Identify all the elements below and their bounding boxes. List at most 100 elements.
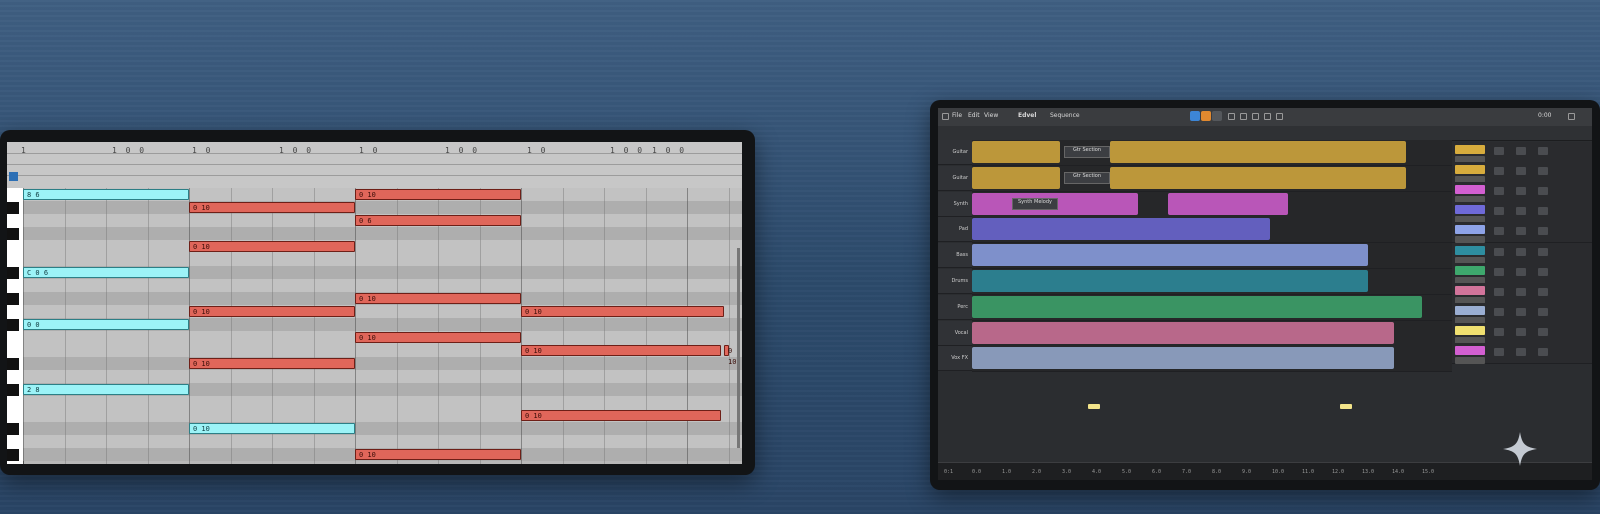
audio-clip[interactable] (972, 295, 1422, 318)
audio-clip[interactable] (972, 270, 1368, 292)
channel-knob[interactable] (1494, 167, 1504, 176)
menu-icon[interactable] (942, 113, 949, 120)
toolbar-item-edvel[interactable]: Edvel (1018, 112, 1036, 119)
audio-clip[interactable] (972, 347, 1394, 370)
mixer-channel[interactable] (1452, 343, 1592, 365)
audio-clip[interactable] (972, 141, 1060, 163)
channel-knob[interactable] (1538, 348, 1548, 357)
piano-roll-lane[interactable] (23, 435, 742, 448)
channel-knob[interactable] (1516, 247, 1526, 256)
midi-note[interactable]: 0 10 (189, 423, 355, 434)
channel-knob[interactable] (1494, 147, 1504, 155)
channel-knob[interactable] (1538, 227, 1548, 236)
black-key[interactable] (7, 319, 19, 331)
black-key[interactable] (7, 293, 19, 305)
audio-clip[interactable] (972, 218, 1270, 241)
channel-knob[interactable] (1516, 307, 1526, 316)
midi-note[interactable]: 0 10 (521, 410, 721, 421)
mixer-channel[interactable] (1452, 323, 1592, 345)
mixer-channel[interactable] (1452, 242, 1592, 264)
audio-clip[interactable] (1168, 192, 1288, 215)
audio-clip[interactable] (972, 321, 1394, 344)
channel-knob[interactable] (1516, 227, 1526, 236)
audio-clip[interactable] (1110, 166, 1406, 189)
midi-note[interactable]: 0 10 (724, 345, 736, 366)
channel-knob[interactable] (1516, 267, 1526, 276)
vertical-scrollbar[interactable] (737, 248, 740, 448)
midi-note[interactable]: 0 10 (189, 358, 355, 369)
zoom-icon[interactable] (1264, 113, 1271, 120)
midi-note[interactable]: 0 0 (23, 319, 189, 330)
track-header[interactable]: Vox FX (938, 346, 972, 372)
piano-roll-lane[interactable] (23, 201, 742, 214)
channel-knob[interactable] (1538, 207, 1548, 216)
track-header[interactable]: Bass (938, 243, 972, 269)
midi-note[interactable]: 0 6 (355, 215, 521, 226)
piano-roll-ruler[interactable]: 1 1 0 0 1 0 1 0 0 1 0 1 0 0 1 0 1 0 0 1 … (7, 142, 742, 189)
piano-roll-lane[interactable] (23, 240, 742, 253)
toolbar-item-sequence[interactable]: Sequence (1050, 112, 1080, 119)
piano-roll-lane[interactable] (23, 370, 742, 383)
mixer-channel[interactable] (1452, 222, 1592, 244)
black-key[interactable] (7, 449, 19, 461)
track-lane[interactable] (972, 346, 1452, 373)
channel-knob[interactable] (1538, 307, 1548, 316)
track-lane[interactable] (972, 294, 1452, 321)
audio-clip[interactable] (972, 166, 1060, 189)
track-lane[interactable] (972, 243, 1452, 270)
channel-knob[interactable] (1516, 147, 1526, 155)
mixer-channel[interactable] (1452, 182, 1592, 204)
piano-roll-lane[interactable] (23, 357, 742, 370)
channel-knob[interactable] (1538, 247, 1548, 256)
channel-knob[interactable] (1516, 167, 1526, 176)
black-key[interactable] (7, 202, 19, 214)
track-header[interactable]: Perc (938, 294, 972, 320)
midi-note[interactable]: 0 10 (355, 293, 521, 304)
track-lane[interactable]: Synth Melody (972, 191, 1452, 218)
midi-note[interactable]: 8 6 (23, 189, 189, 200)
snap-icon[interactable] (1276, 113, 1283, 120)
play-button[interactable] (1190, 111, 1200, 121)
channel-knob[interactable] (1538, 287, 1548, 296)
loop-button[interactable] (1212, 111, 1222, 121)
track-lane[interactable] (972, 269, 1452, 295)
black-key[interactable] (7, 358, 19, 370)
piano-keyboard[interactable] (7, 188, 24, 464)
channel-knob[interactable] (1494, 307, 1504, 316)
piano-roll-lane[interactable] (23, 253, 742, 266)
channel-knob[interactable] (1516, 348, 1526, 357)
marker-chip[interactable] (1340, 404, 1352, 409)
toolbar-item-view[interactable]: View (984, 112, 998, 119)
channel-fader[interactable] (1455, 357, 1485, 365)
black-key[interactable] (7, 228, 19, 240)
piano-roll-lane[interactable] (23, 422, 742, 435)
midi-note[interactable]: 0 10 (355, 332, 521, 343)
channel-knob[interactable] (1516, 207, 1526, 216)
channel-knob[interactable] (1538, 187, 1548, 196)
black-key[interactable] (7, 384, 19, 396)
midi-note[interactable]: C 0 6 (23, 267, 189, 278)
midi-note[interactable]: 0 10 (189, 202, 355, 213)
channel-knob[interactable] (1538, 147, 1548, 155)
close-icon[interactable] (1568, 113, 1575, 120)
track-header[interactable]: Drums (938, 269, 972, 294)
track-lane[interactable] (972, 217, 1452, 244)
mixer-channel[interactable] (1452, 282, 1592, 304)
midi-note[interactable]: 0 10 (521, 306, 724, 317)
channel-knob[interactable] (1494, 348, 1504, 357)
channel-knob[interactable] (1494, 207, 1504, 216)
track-color-tag[interactable] (9, 172, 18, 181)
track-lane[interactable]: Gtr Section (972, 165, 1452, 192)
channel-knob[interactable] (1494, 187, 1504, 196)
mixer-channel[interactable] (1452, 142, 1592, 163)
black-key[interactable] (7, 423, 19, 435)
audio-clip[interactable] (972, 244, 1368, 267)
toolbar-item-edit[interactable]: Edit (968, 112, 980, 119)
channel-knob[interactable] (1516, 328, 1526, 337)
piano-roll-lane[interactable] (23, 396, 742, 409)
marker-chip[interactable] (1088, 404, 1100, 409)
midi-note[interactable]: 0 10 (189, 241, 355, 252)
track-header[interactable]: Vocal (938, 320, 972, 346)
record-button[interactable] (1201, 111, 1211, 121)
track-header[interactable]: Guitar (938, 140, 972, 165)
